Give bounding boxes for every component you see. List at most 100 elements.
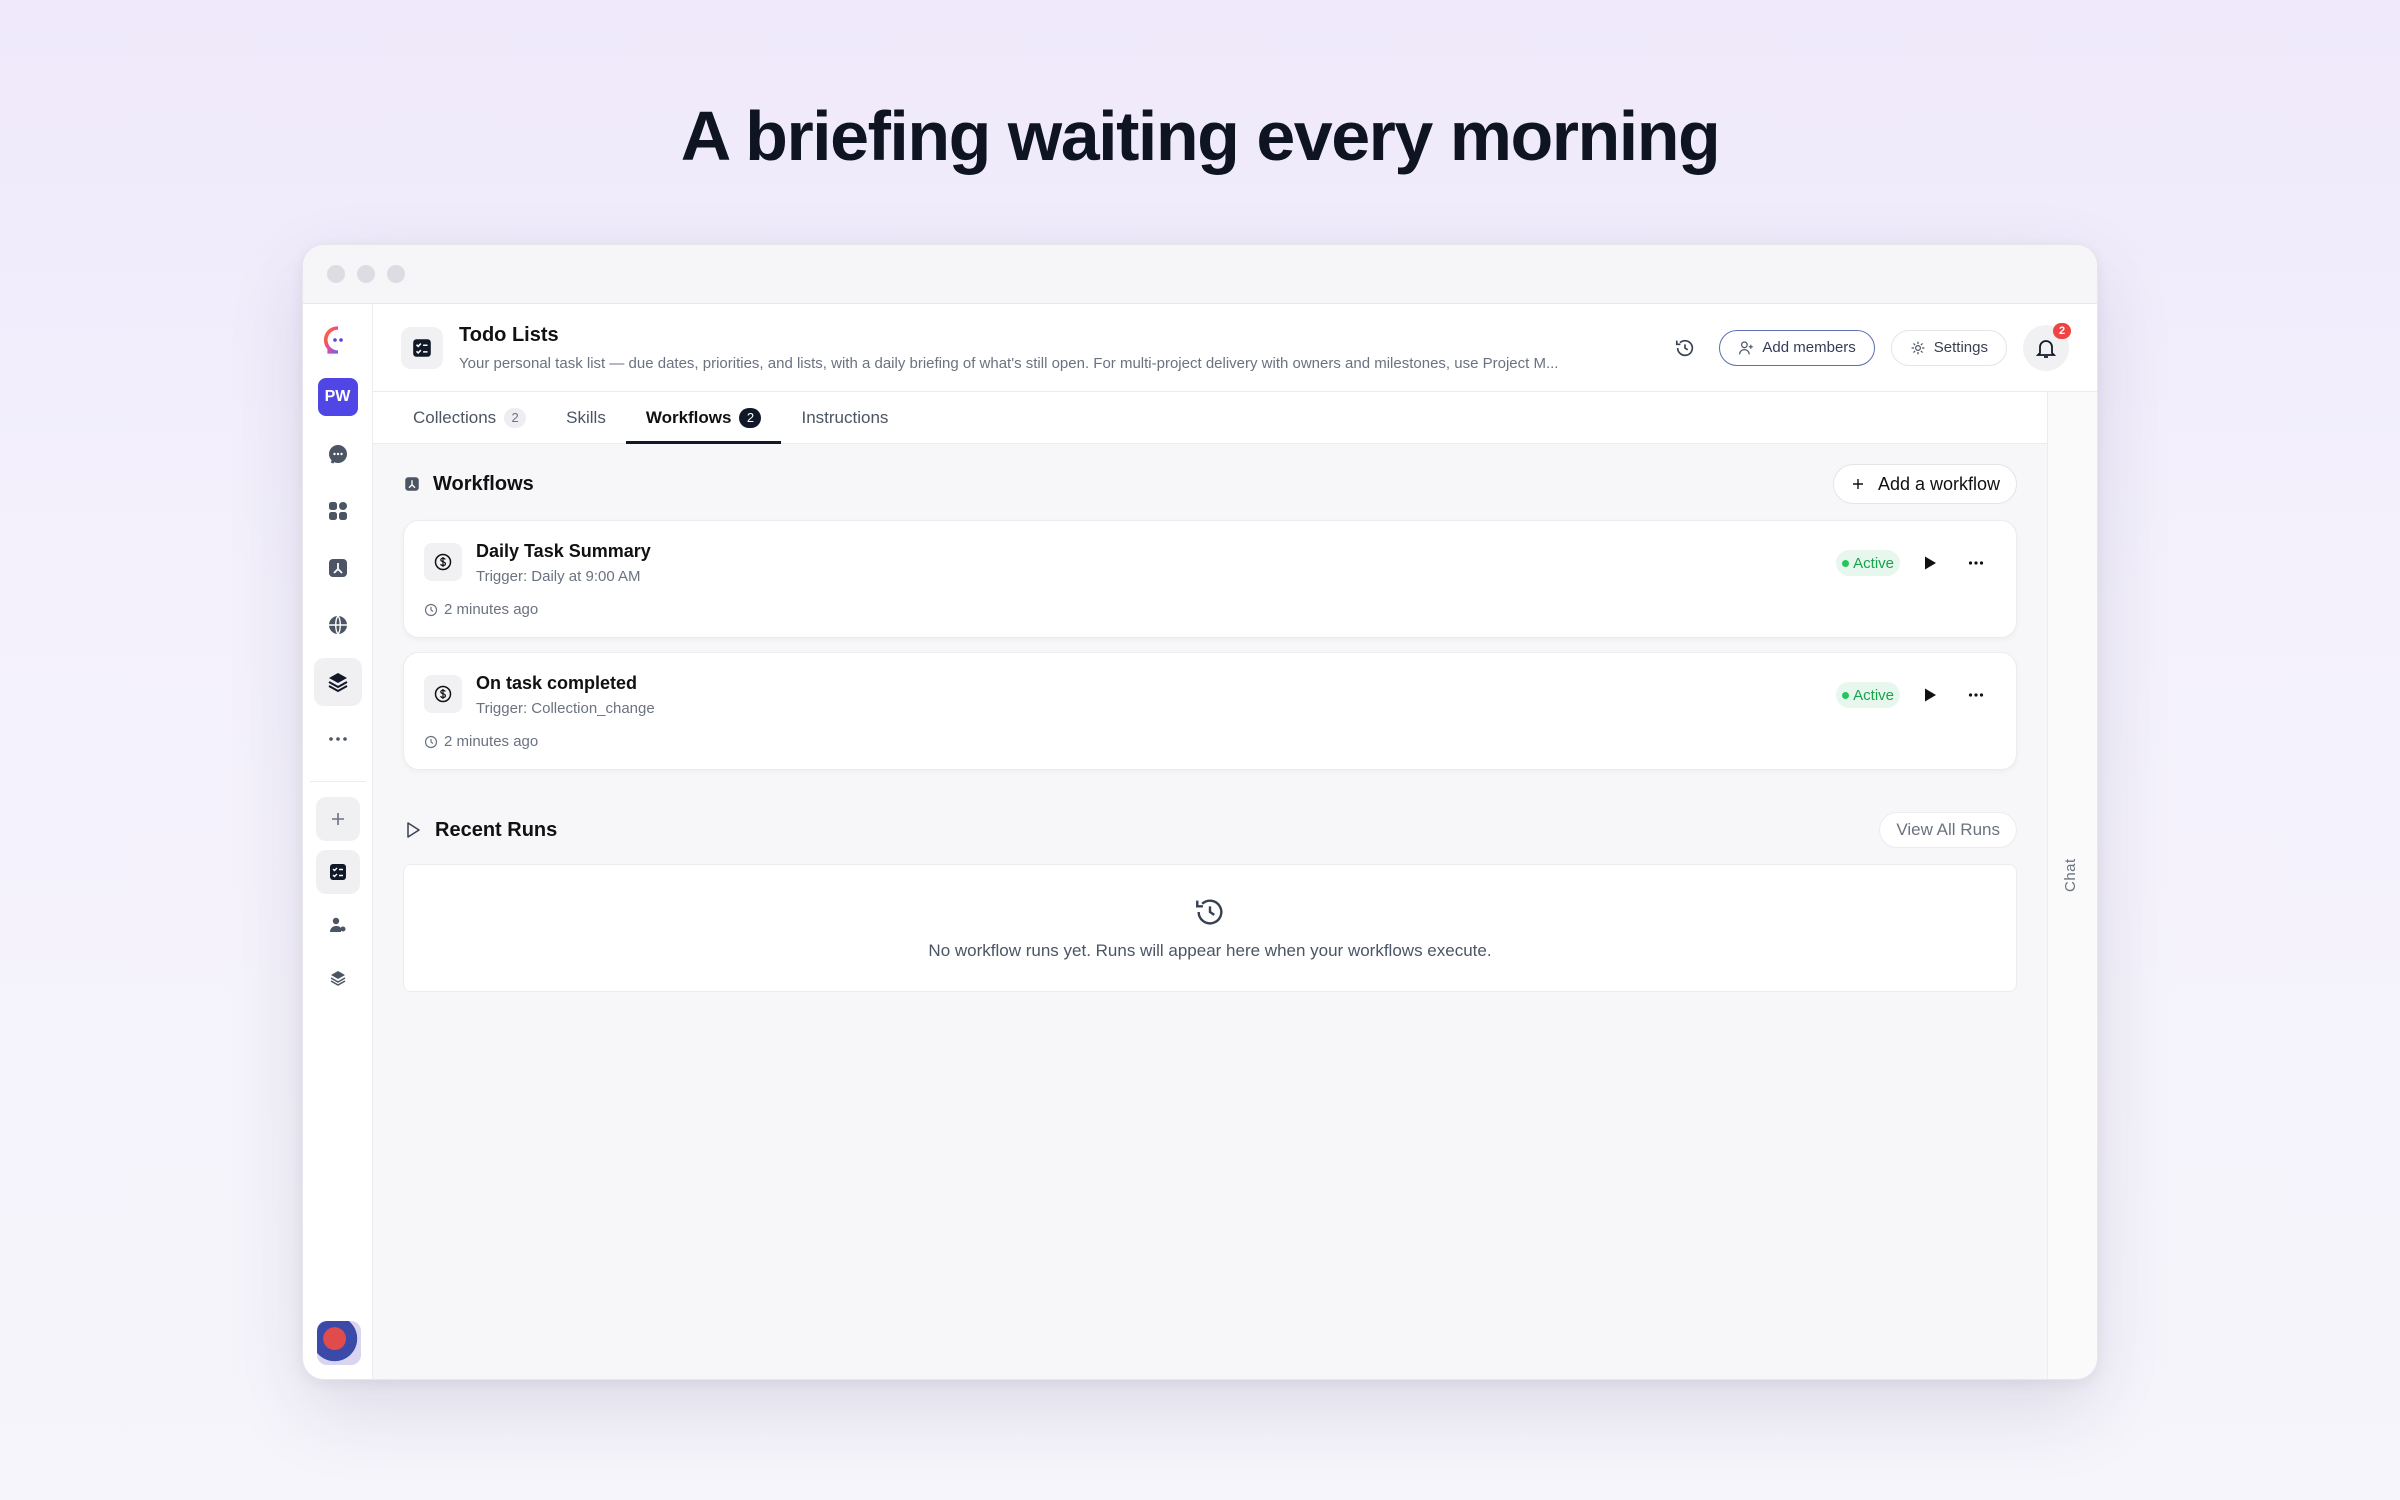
status-dot <box>1842 691 1850 699</box>
sidebar-item-layers[interactable] <box>313 658 362 706</box>
logo-icon <box>323 326 343 354</box>
tab-workflows[interactable]: Workflows 2 <box>625 392 782 444</box>
stack-icon <box>330 971 345 986</box>
status-badge: Active <box>1836 682 1900 708</box>
more-icon <box>328 737 347 741</box>
body-area: Collections 2 Skills Workflows 2 Instruc… <box>373 392 2097 1379</box>
empty-state-text: No workflow runs yet. Runs will appear h… <box>928 941 1492 960</box>
main-content: Todo Lists Your personal task list — due… <box>373 304 2097 1379</box>
sidebar-item-chat[interactable] <box>314 430 362 478</box>
sidebar-rail: PW <box>303 304 373 1379</box>
play-icon <box>1925 556 1936 570</box>
gear-icon <box>1911 341 1925 354</box>
workflow-time-text: 2 minutes ago <box>444 601 539 618</box>
collection-icon-box <box>401 326 443 369</box>
workflows-title-text: Workflows <box>433 472 534 495</box>
workflow-name: On task completed <box>476 673 638 693</box>
chat-panel-toggle[interactable]: Chat <box>2048 392 2097 1379</box>
bell-icon <box>2035 339 2057 358</box>
settings-label: Settings <box>1933 339 1988 356</box>
workflow-time-text: 2 minutes ago <box>444 733 539 750</box>
workflow-card[interactable]: On task completed Trigger: Collection_ch… <box>403 652 2017 770</box>
workflow-icon <box>405 477 419 491</box>
workflow-actions: Active <box>1836 547 1992 579</box>
plus-icon <box>331 813 344 825</box>
history-icon <box>1196 899 1223 925</box>
app-logo[interactable] <box>314 316 362 364</box>
tab-count-badge: 2 <box>504 407 527 428</box>
workflows-section-header: Workflows Add a workflow <box>403 464 2017 504</box>
history-button[interactable] <box>1667 330 1703 366</box>
workflow-card[interactable]: Daily Task Summary Trigger: Daily at 9:0… <box>403 520 2017 638</box>
status-badge: Active <box>1836 550 1900 576</box>
workflow-last-run: 2 minutes ago <box>424 733 538 750</box>
chat-label: Chat <box>2062 858 2079 892</box>
settings-button[interactable]: Settings <box>1890 329 2007 366</box>
sidebar-item-todo[interactable] <box>315 850 360 894</box>
status-text: Active <box>1853 554 1894 572</box>
add-item-button[interactable] <box>315 797 360 841</box>
run-workflow-button[interactable] <box>1914 679 1946 711</box>
checklist-icon <box>329 864 346 880</box>
tab-collections[interactable]: Collections 2 <box>393 392 546 443</box>
tab-instructions[interactable]: Instructions <box>781 392 908 443</box>
add-workflow-button[interactable]: Add a workflow <box>1832 464 2017 504</box>
recent-runs-header: Recent Runs View All Runs <box>403 810 2017 850</box>
workflows-panel: Collections 2 Skills Workflows 2 Instruc… <box>373 392 2048 1379</box>
play-icon <box>1925 688 1936 702</box>
sidebar-item-more[interactable] <box>314 715 362 763</box>
workflow-menu-button[interactable] <box>1960 679 1992 711</box>
user-settings-icon <box>329 917 345 932</box>
app-window: PW Todo Lists Your personal task list — … <box>302 244 2098 1380</box>
tab-bar: Collections 2 Skills Workflows 2 Instruc… <box>373 392 2047 444</box>
more-horizontal-icon <box>1968 561 1984 565</box>
sidebar-item-workflows[interactable] <box>314 544 362 592</box>
add-members-label: Add members <box>1762 339 1856 356</box>
view-all-runs-button[interactable]: View All Runs <box>1879 812 2017 848</box>
workflow-trigger: Trigger: Daily at 9:00 AM <box>476 568 641 585</box>
notifications-button[interactable]: 2 <box>2023 322 2071 371</box>
globe-icon <box>328 615 347 635</box>
workflows-title: Workflows <box>403 473 534 496</box>
recent-runs-title: Recent Runs <box>403 819 557 842</box>
sidebar-item-stack[interactable] <box>316 956 360 1000</box>
add-workflow-label: Add a workflow <box>1877 473 2000 494</box>
workflow-icon <box>328 559 347 577</box>
window-close-dot[interactable] <box>327 265 345 283</box>
recent-runs-title-text: Recent Runs <box>435 818 558 841</box>
sidebar-item-apps[interactable] <box>314 487 362 535</box>
play-outline-icon <box>407 822 420 838</box>
window-maximize-dot[interactable] <box>387 265 405 283</box>
status-text: Active <box>1853 686 1894 704</box>
add-members-button[interactable]: Add members <box>1719 329 1875 366</box>
workspace-switcher[interactable]: PW <box>314 373 362 421</box>
avatar[interactable] <box>317 1321 361 1365</box>
workflow-menu-button[interactable] <box>1960 547 1992 579</box>
page-header: Todo Lists Your personal task list — due… <box>373 304 2097 392</box>
dollar-circle-icon <box>434 553 452 571</box>
tab-label: Skills <box>566 407 606 427</box>
runs-empty-state: No workflow runs yet. Runs will appear h… <box>403 864 2017 992</box>
tab-label: Instructions <box>801 407 889 427</box>
workflow-name: Daily Task Summary <box>476 541 651 561</box>
sidebar-item-people[interactable] <box>316 903 360 947</box>
tab-skills[interactable]: Skills <box>546 392 626 443</box>
workflow-actions: Active <box>1836 679 1992 711</box>
apps-grid-icon <box>328 502 347 520</box>
window-titlebar <box>303 245 2097 304</box>
workflow-item-icon-box <box>424 675 462 713</box>
sidebar-item-web[interactable] <box>314 601 362 649</box>
status-dot <box>1842 559 1850 567</box>
dollar-circle-icon <box>434 685 452 703</box>
tab-label: Workflows <box>645 407 732 427</box>
chat-icon <box>328 445 347 464</box>
tab-label: Collections <box>413 407 497 427</box>
checklist-icon <box>413 338 431 357</box>
workflow-trigger: Trigger: Collection_change <box>476 700 655 717</box>
clock-icon <box>424 603 438 616</box>
window-minimize-dot[interactable] <box>357 265 375 283</box>
history-icon <box>1676 339 1694 356</box>
notification-count-badge: 2 <box>2053 322 2071 339</box>
run-workflow-button[interactable] <box>1914 547 1946 579</box>
header-text: Todo Lists Your personal task list — due… <box>459 324 1643 372</box>
